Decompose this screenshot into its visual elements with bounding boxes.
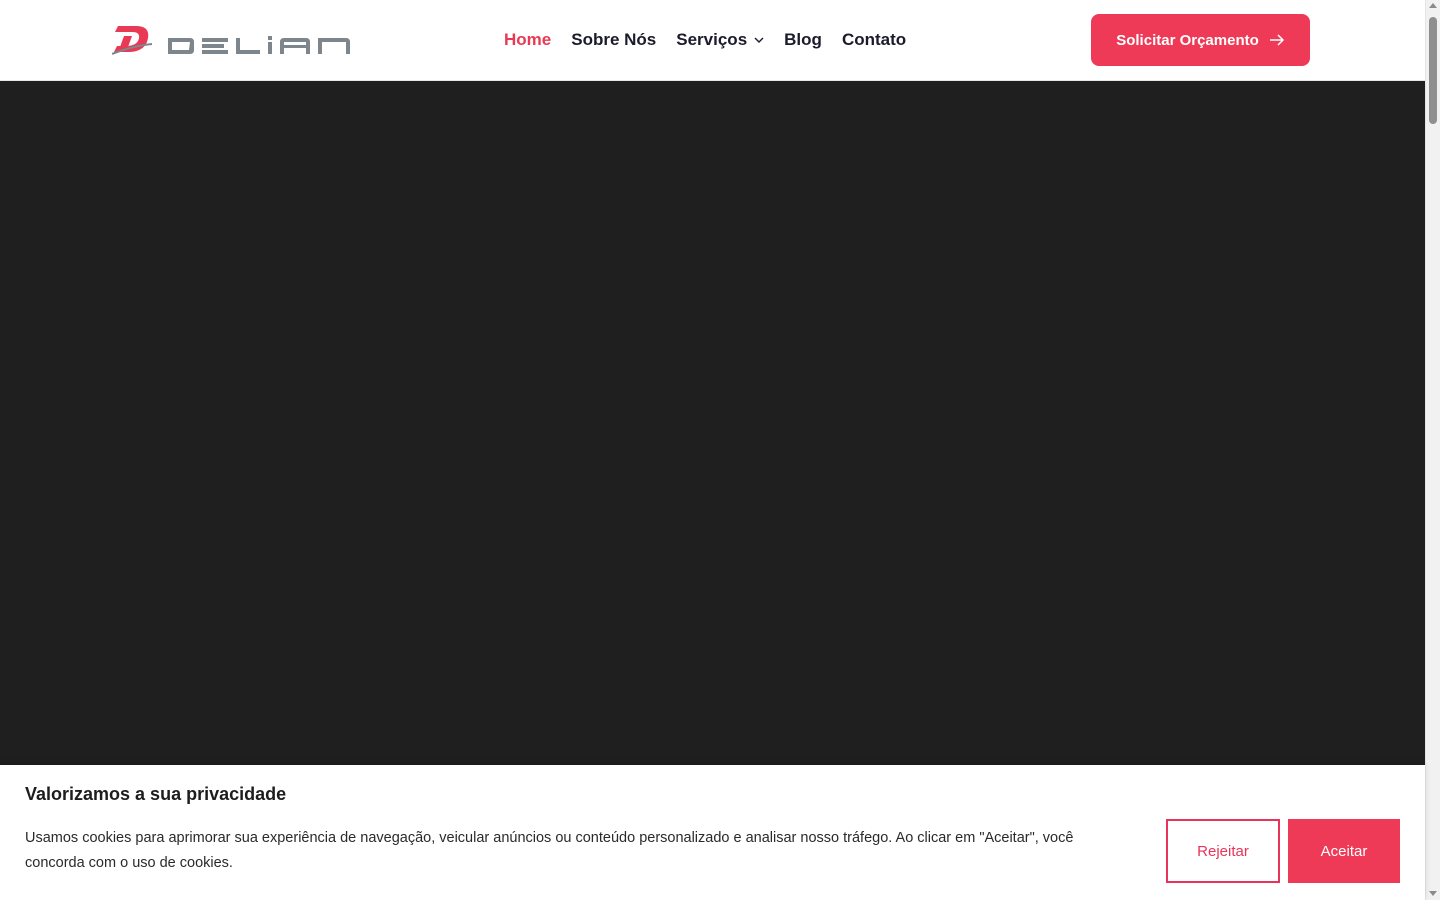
- delian-logo[interactable]: [111, 24, 352, 58]
- cookie-banner: Valorizamos a sua privacidade Usamos coo…: [0, 765, 1425, 900]
- chevron-down-icon: [754, 37, 764, 43]
- reject-cookies-button[interactable]: Rejeitar: [1166, 819, 1280, 883]
- nav-home[interactable]: Home: [504, 30, 551, 50]
- page-scrollbar[interactable]: [1425, 0, 1440, 900]
- delian-logo-icon: [111, 26, 350, 55]
- scroll-up-arrow-icon[interactable]: [1429, 3, 1437, 8]
- nav-servicos[interactable]: Serviços: [676, 30, 764, 50]
- nav-blog[interactable]: Blog: [784, 30, 822, 50]
- scroll-thumb[interactable]: [1429, 17, 1437, 124]
- accept-cookies-button[interactable]: Aceitar: [1288, 819, 1400, 883]
- cta-label: Solicitar Orçamento: [1116, 31, 1259, 49]
- nav-servicos-label: Serviços: [676, 30, 748, 49]
- nav-contato[interactable]: Contato: [842, 30, 906, 50]
- scroll-down-arrow-icon[interactable]: [1429, 891, 1437, 896]
- solicitar-orcamento-button[interactable]: Solicitar Orçamento: [1091, 14, 1310, 66]
- main-nav: Home Sobre Nós Serviços Blog Contato: [504, 28, 926, 52]
- site-header: Home Sobre Nós Serviços Blog Contato Sol…: [0, 0, 1425, 81]
- cookie-text: Usamos cookies para aprimorar sua experi…: [25, 830, 1074, 871]
- nav-sobre-nos[interactable]: Sobre Nós: [571, 30, 656, 50]
- arrow-right-icon: [1269, 34, 1284, 46]
- cookie-title: Valorizamos a sua privacidade: [25, 784, 287, 804]
